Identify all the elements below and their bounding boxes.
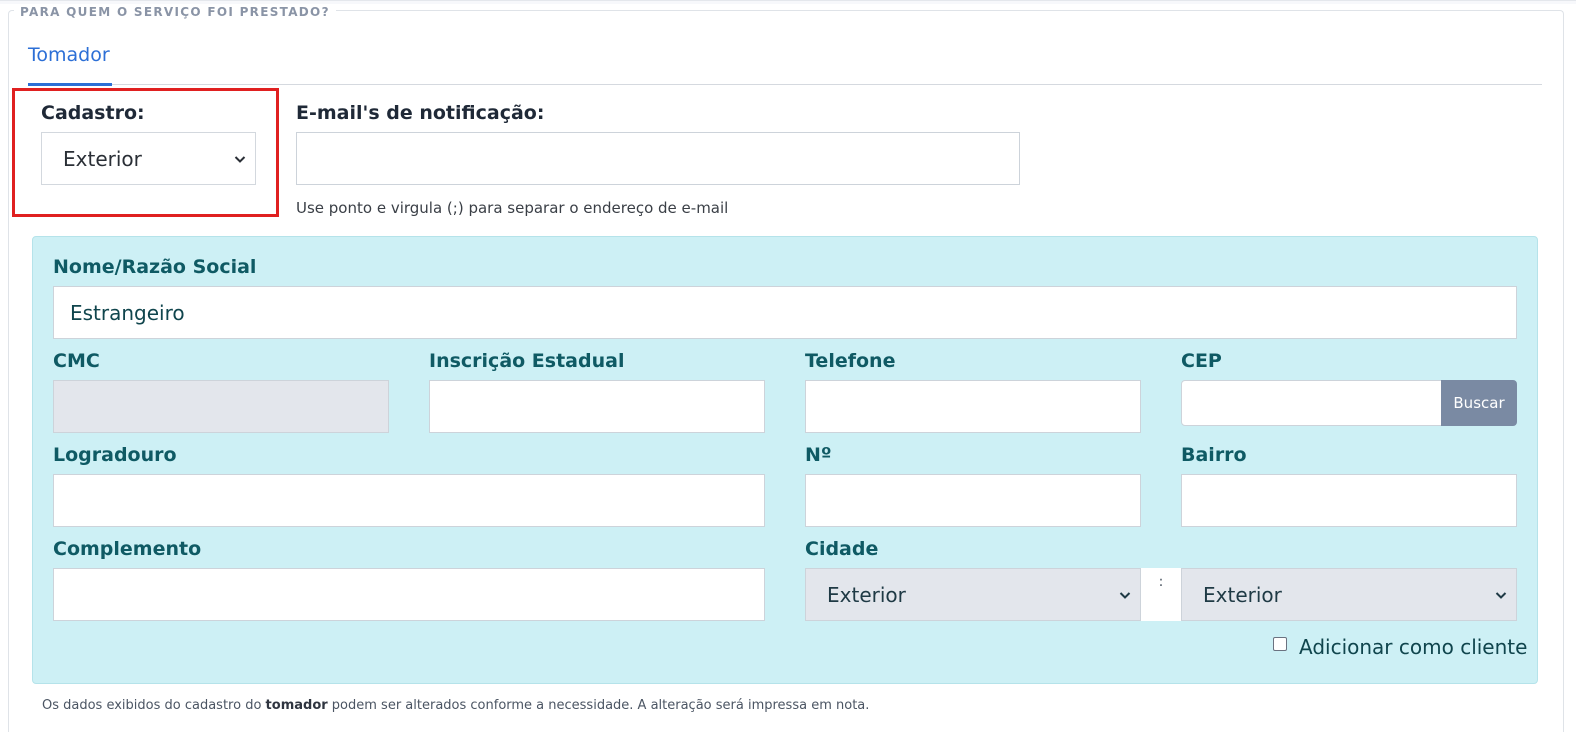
bairro-input[interactable]	[1181, 474, 1517, 527]
cidade-label: Cidade	[805, 538, 879, 560]
nome-value: Estrangeiro	[70, 300, 185, 325]
logradouro-input[interactable]	[53, 474, 765, 527]
cmc-label: CMC	[53, 350, 100, 372]
cmc-input	[53, 380, 389, 433]
cep-input[interactable]	[1181, 380, 1442, 426]
email-help-text: Use ponto e virgula (;) para separar o e…	[296, 199, 729, 217]
nome-input[interactable]: Estrangeiro	[53, 286, 1517, 339]
cidade-separator: :	[1141, 568, 1181, 621]
add-cliente-checkbox[interactable]	[1273, 637, 1287, 651]
add-cliente-label[interactable]: Adicionar como cliente	[1299, 635, 1527, 659]
cidade-city-select[interactable]: Exterior	[1181, 568, 1517, 621]
bairro-label: Bairro	[1181, 444, 1247, 466]
logradouro-label: Logradouro	[53, 444, 177, 466]
cidade-city-value: Exterior	[1203, 582, 1282, 607]
footnote-bold: tomador	[265, 698, 328, 713]
chevron-down-icon	[1495, 591, 1507, 599]
cadastro-selected-value: Exterior	[63, 146, 142, 171]
email-notification-label: E-mail's de notificação:	[296, 102, 545, 124]
active-tab-indicator	[28, 83, 112, 86]
chevron-down-icon	[1119, 591, 1131, 599]
footnote: Os dados exibidos do cadastro do tomador…	[42, 698, 869, 713]
cadastro-select[interactable]: Exterior	[41, 132, 256, 185]
cidade-country-select[interactable]: Exterior	[805, 568, 1141, 621]
tab-tomador[interactable]: Tomador	[28, 44, 110, 66]
section-legend: PARA QUEM O SERVIÇO FOI PRESTADO?	[14, 5, 336, 19]
complemento-input[interactable]	[53, 568, 765, 621]
telefone-label: Telefone	[805, 350, 896, 372]
cep-label: CEP	[1181, 350, 1222, 372]
top-strip	[0, 0, 1576, 4]
chevron-down-icon	[234, 155, 246, 163]
numero-input[interactable]	[805, 474, 1141, 527]
buscar-cep-button[interactable]: Buscar	[1441, 380, 1517, 426]
numero-label: Nº	[805, 444, 832, 466]
cidade-country-value: Exterior	[827, 582, 906, 607]
email-notification-input[interactable]	[296, 132, 1020, 185]
inscricao-label: Inscrição Estadual	[429, 350, 625, 372]
footnote-after: podem ser alterados conforme a necessida…	[327, 698, 870, 713]
page: PARA QUEM O SERVIÇO FOI PRESTADO? Tomado…	[0, 0, 1576, 732]
tabs-divider	[28, 84, 1542, 85]
inscricao-input[interactable]	[429, 380, 765, 433]
cadastro-label: Cadastro:	[41, 102, 145, 124]
footnote-before: Os dados exibidos do cadastro do	[42, 698, 266, 713]
telefone-input[interactable]	[805, 380, 1141, 433]
nome-label: Nome/Razão Social	[53, 256, 257, 278]
complemento-label: Complemento	[53, 538, 202, 560]
